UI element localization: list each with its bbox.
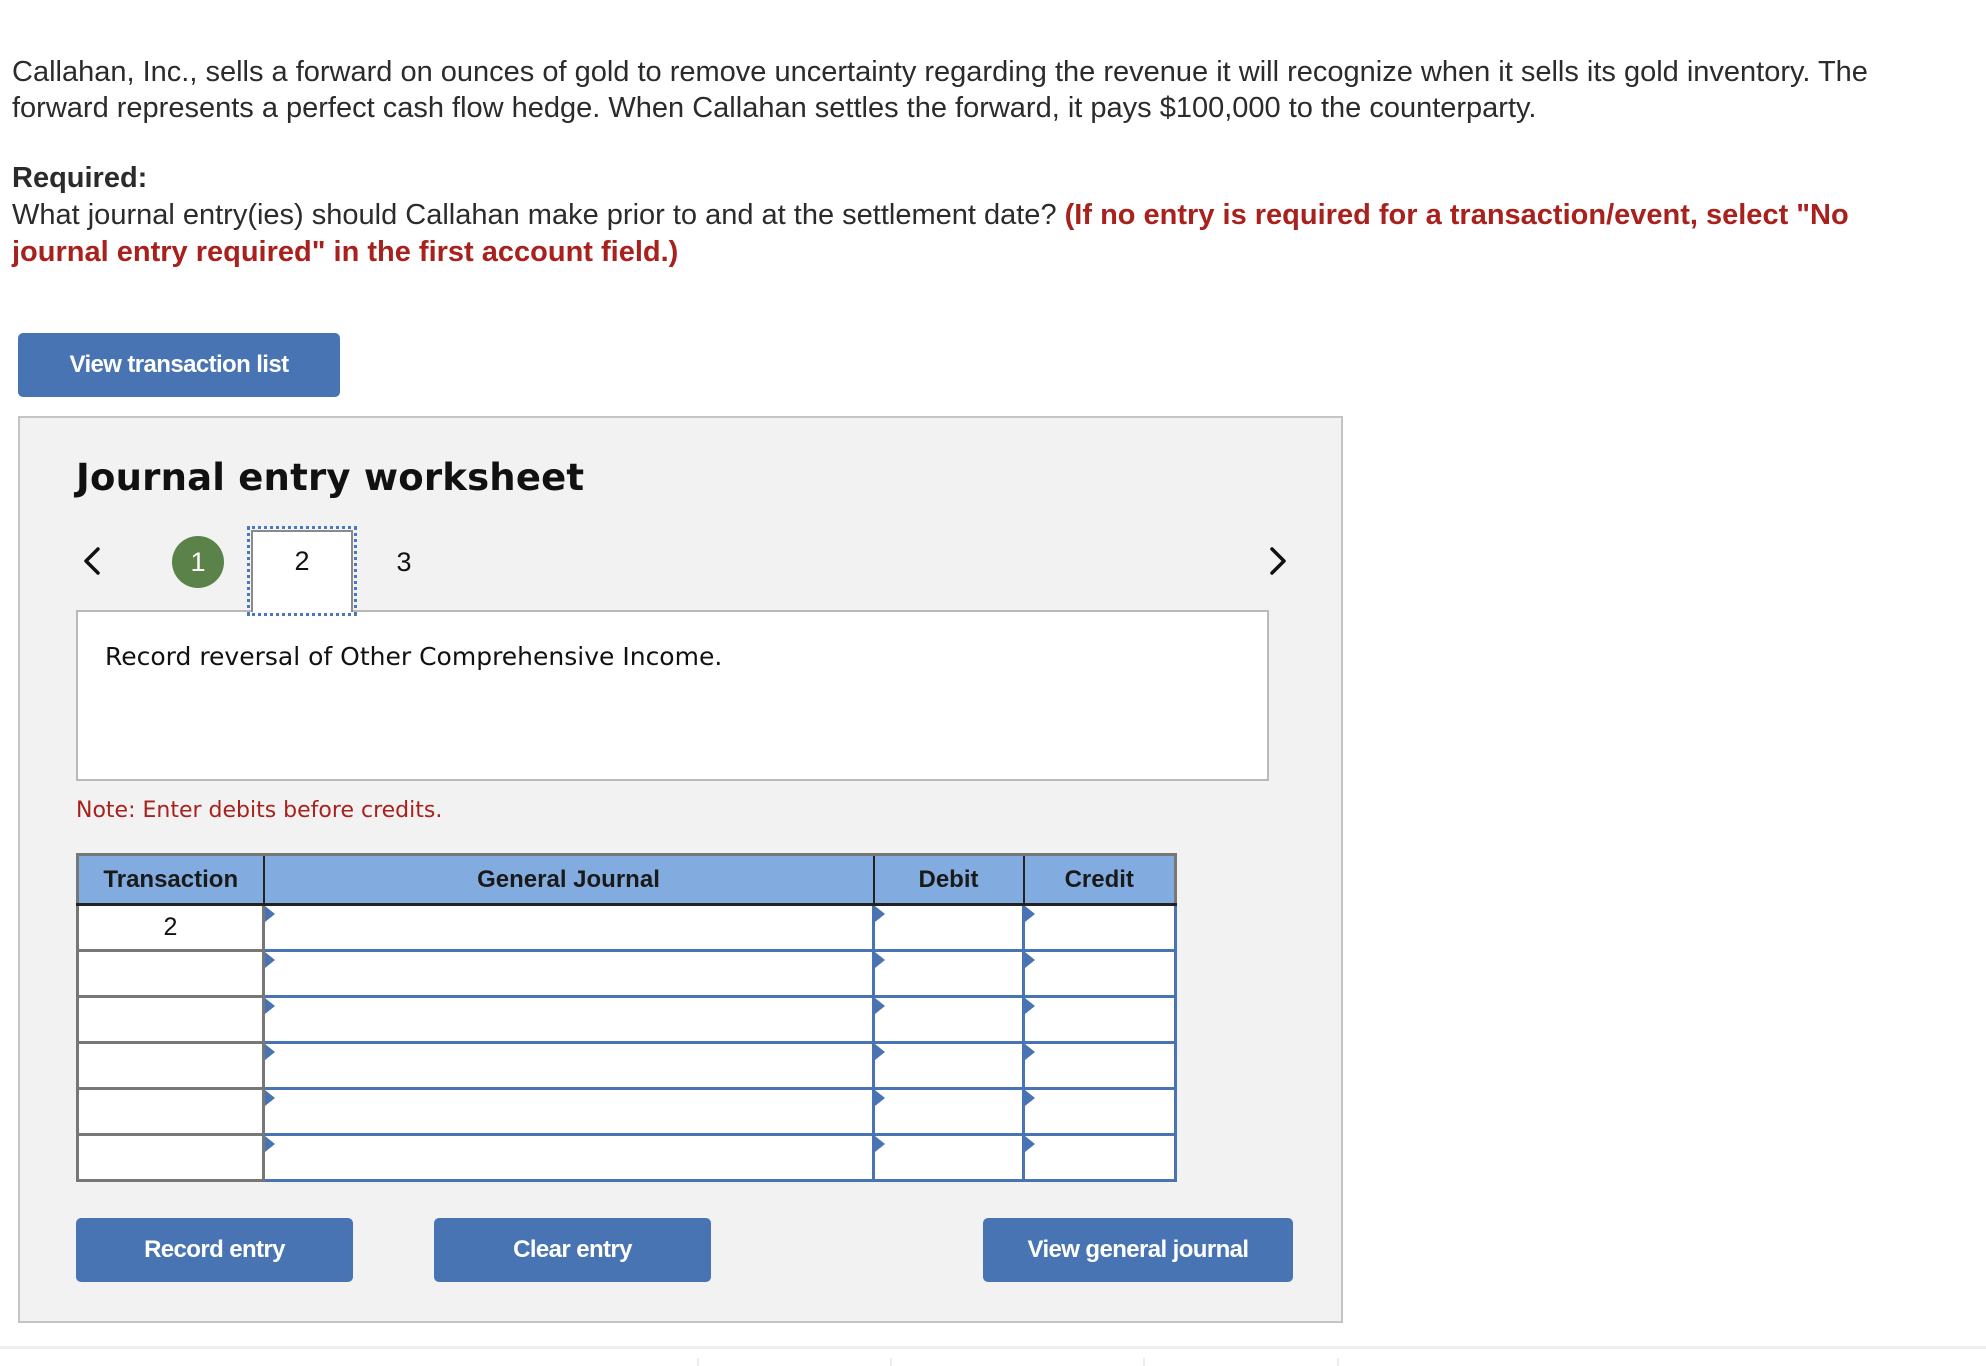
- table-row: [76, 1041, 1177, 1090]
- debit-cell: [872, 995, 1025, 1044]
- table-row: [76, 995, 1177, 1044]
- credit-cell: [1022, 995, 1177, 1044]
- credit-input[interactable]: [1025, 906, 1174, 949]
- account-cell: [262, 903, 875, 952]
- transaction-cell: [76, 1041, 265, 1090]
- step-description-box: Record reversal of Other Comprehensive I…: [76, 610, 1269, 781]
- footer-separator: [697, 1358, 699, 1366]
- debits-note: Note: Enter debits before credits.: [76, 798, 443, 823]
- account-input[interactable]: [265, 1044, 872, 1087]
- credit-input[interactable]: [1025, 1136, 1174, 1179]
- debit-input[interactable]: [875, 1090, 1022, 1133]
- credit-input[interactable]: [1025, 1090, 1174, 1133]
- table-row: [76, 1087, 1177, 1136]
- required-label: Required:: [12, 162, 148, 194]
- footer-separator: [1143, 1358, 1145, 1366]
- header-credit: Credit: [1023, 854, 1176, 906]
- debit-cell: [872, 903, 1025, 952]
- table-row: [76, 949, 1177, 998]
- credit-cell: [1022, 903, 1177, 952]
- question-paragraph: Callahan, Inc., sells a forward on ounce…: [12, 56, 1868, 124]
- question-text: Callahan, Inc., sells a forward on ounce…: [12, 54, 1912, 126]
- table-row: 2: [76, 903, 1177, 952]
- credit-input[interactable]: [1025, 952, 1174, 995]
- account-input[interactable]: [265, 952, 872, 995]
- table-header-row: Transaction General Journal Debit Credit: [77, 854, 1176, 906]
- transaction-cell: [76, 1133, 265, 1182]
- debit-cell: [872, 1041, 1025, 1090]
- chevron-right-icon: [1270, 547, 1286, 575]
- account-cell: [262, 995, 875, 1044]
- footer-divider: [0, 1346, 1986, 1349]
- credit-input[interactable]: [1025, 998, 1174, 1041]
- credit-input[interactable]: [1025, 1044, 1174, 1087]
- account-input[interactable]: [265, 906, 872, 949]
- step-tab-3[interactable]: 3: [384, 544, 424, 580]
- transaction-cell: [76, 949, 265, 998]
- credit-cell: [1022, 949, 1177, 998]
- worksheet-title: Journal entry worksheet: [76, 456, 585, 499]
- debit-input[interactable]: [875, 1136, 1022, 1179]
- credit-cell: [1022, 1133, 1177, 1182]
- next-step-button[interactable]: [1262, 541, 1292, 581]
- footer-separator: [890, 1358, 892, 1366]
- step-tab-1-completed[interactable]: 1: [172, 536, 224, 588]
- account-cell: [262, 949, 875, 998]
- view-general-journal-button[interactable]: View general journal: [983, 1218, 1293, 1282]
- required-question: What journal entry(ies) should Callahan …: [12, 199, 1057, 231]
- clear-entry-button[interactable]: Clear entry: [434, 1218, 711, 1282]
- header-debit: Debit: [873, 854, 1025, 906]
- debit-input[interactable]: [875, 1044, 1022, 1087]
- debit-input[interactable]: [875, 906, 1022, 949]
- account-input[interactable]: [265, 1136, 872, 1179]
- step-tab-2-current[interactable]: 2: [247, 526, 357, 616]
- table-row: [76, 1133, 1177, 1182]
- credit-cell: [1022, 1087, 1177, 1136]
- transaction-cell: 2: [76, 903, 265, 952]
- debit-cell: [872, 949, 1025, 998]
- journal-entry-table: Transaction General Journal Debit Credit…: [76, 853, 1177, 1182]
- account-input[interactable]: [265, 1090, 872, 1133]
- debit-input[interactable]: [875, 952, 1022, 995]
- account-input[interactable]: [265, 998, 872, 1041]
- chevron-left-icon: [84, 547, 100, 575]
- debit-cell: [872, 1133, 1025, 1182]
- transaction-cell: [76, 995, 265, 1044]
- account-cell: [262, 1041, 875, 1090]
- required-prompt: What journal entry(ies) should Callahan …: [12, 197, 1912, 271]
- step-description: Record reversal of Other Comprehensive I…: [105, 642, 723, 671]
- debit-cell: [872, 1087, 1025, 1136]
- record-entry-button[interactable]: Record entry: [76, 1218, 353, 1282]
- header-general-journal: General Journal: [263, 854, 875, 906]
- account-cell: [262, 1133, 875, 1182]
- debit-input[interactable]: [875, 998, 1022, 1041]
- transaction-cell: [76, 1087, 265, 1136]
- header-transaction: Transaction: [77, 854, 265, 906]
- view-transaction-list-button[interactable]: View transaction list: [18, 333, 340, 397]
- footer-separator: [1337, 1358, 1339, 1366]
- credit-cell: [1022, 1041, 1177, 1090]
- account-cell: [262, 1087, 875, 1136]
- previous-step-button[interactable]: [78, 541, 108, 581]
